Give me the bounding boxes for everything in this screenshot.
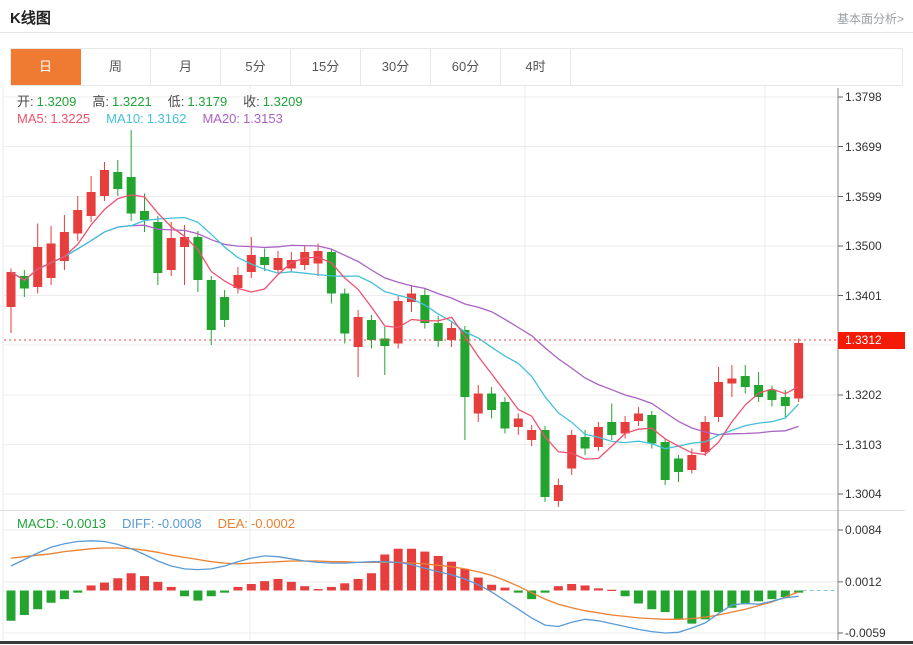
current-price-badge: 1.3312 xyxy=(838,332,905,349)
legend-label: DEA: xyxy=(218,516,248,531)
page-title: K线图 xyxy=(10,7,51,28)
candles-group xyxy=(7,130,804,507)
legend-label: DIFF: xyxy=(122,516,155,531)
legend-label: MACD: xyxy=(17,516,59,531)
macd-legend: MACD:-0.0013 DIFF:-0.0008 DEA:-0.0002 xyxy=(17,516,311,531)
macd-tick-label: 0.0084 xyxy=(845,523,882,537)
legend-value: 1.3209 xyxy=(263,94,303,109)
legend-value: -0.0013 xyxy=(62,516,106,531)
tab-5分[interactable]: 5分 xyxy=(221,49,291,85)
kline-chart-area: 开:1.3209高:1.3221低:1.3179收:1.3209 MA5:1.3… xyxy=(0,86,913,645)
legend-value: 1.3179 xyxy=(187,94,227,109)
legend-value: -0.0008 xyxy=(157,516,201,531)
price-tick-label: 1.3401 xyxy=(845,289,882,303)
widget-header: K线图 基本面分析> xyxy=(0,0,913,33)
ohlc-legend: 开:1.3209高:1.3221低:1.3179收:1.3209 xyxy=(17,91,319,110)
price-tick-label: 1.3798 xyxy=(845,90,882,104)
legend-label: 高: xyxy=(92,94,109,109)
legend-label: 低: xyxy=(168,94,185,109)
ma5-line xyxy=(11,195,799,459)
price-axis-line xyxy=(838,88,843,510)
ma20-line xyxy=(11,225,799,435)
price-tick-label: 1.3599 xyxy=(845,190,882,204)
legend-value: -0.0002 xyxy=(251,516,295,531)
tab-周[interactable]: 周 xyxy=(81,49,151,85)
tab-15分[interactable]: 15分 xyxy=(291,49,361,85)
ma10-line xyxy=(11,218,799,449)
legend-value: 1.3225 xyxy=(50,111,90,126)
macd-tick-label: -0.0059 xyxy=(845,626,886,640)
legend-value: 1.3221 xyxy=(112,94,152,109)
legend-label: MA20: xyxy=(202,111,240,126)
macd-tick-label: 0.0012 xyxy=(845,575,882,589)
price-tick-label: 1.3699 xyxy=(845,140,882,154)
interval-tab-bar: 日周月5分15分30分60分4时 xyxy=(10,48,903,86)
macd-axis-line xyxy=(838,510,843,640)
tab-60分[interactable]: 60分 xyxy=(431,49,501,85)
ma-legend: MA5:1.3225 MA10:1.3162 MA20:1.3153 xyxy=(17,111,299,126)
price-tick-label: 1.3103 xyxy=(845,438,882,452)
legend-value: 1.3162 xyxy=(147,111,187,126)
price-tick-label: 1.3202 xyxy=(845,388,882,402)
price-tick-label: 1.3004 xyxy=(845,487,882,501)
price-tick-label: 1.3500 xyxy=(845,239,882,253)
legend-value: 1.3153 xyxy=(243,111,283,126)
chart-scrollbar[interactable] xyxy=(0,641,913,644)
candlestick-panel[interactable] xyxy=(0,86,913,510)
legend-label: MA5: xyxy=(17,111,47,126)
macd-histogram xyxy=(7,549,804,624)
tab-日[interactable]: 日 xyxy=(11,49,81,85)
legend-label: 收: xyxy=(243,94,260,109)
legend-value: 1.3209 xyxy=(37,94,77,109)
legend-label: MA10: xyxy=(106,111,144,126)
tab-月[interactable]: 月 xyxy=(151,49,221,85)
legend-label: 开: xyxy=(17,94,34,109)
tab-4时[interactable]: 4时 xyxy=(501,49,571,85)
tab-30分[interactable]: 30分 xyxy=(361,49,431,85)
fundamental-analysis-link[interactable]: 基本面分析> xyxy=(837,10,904,27)
